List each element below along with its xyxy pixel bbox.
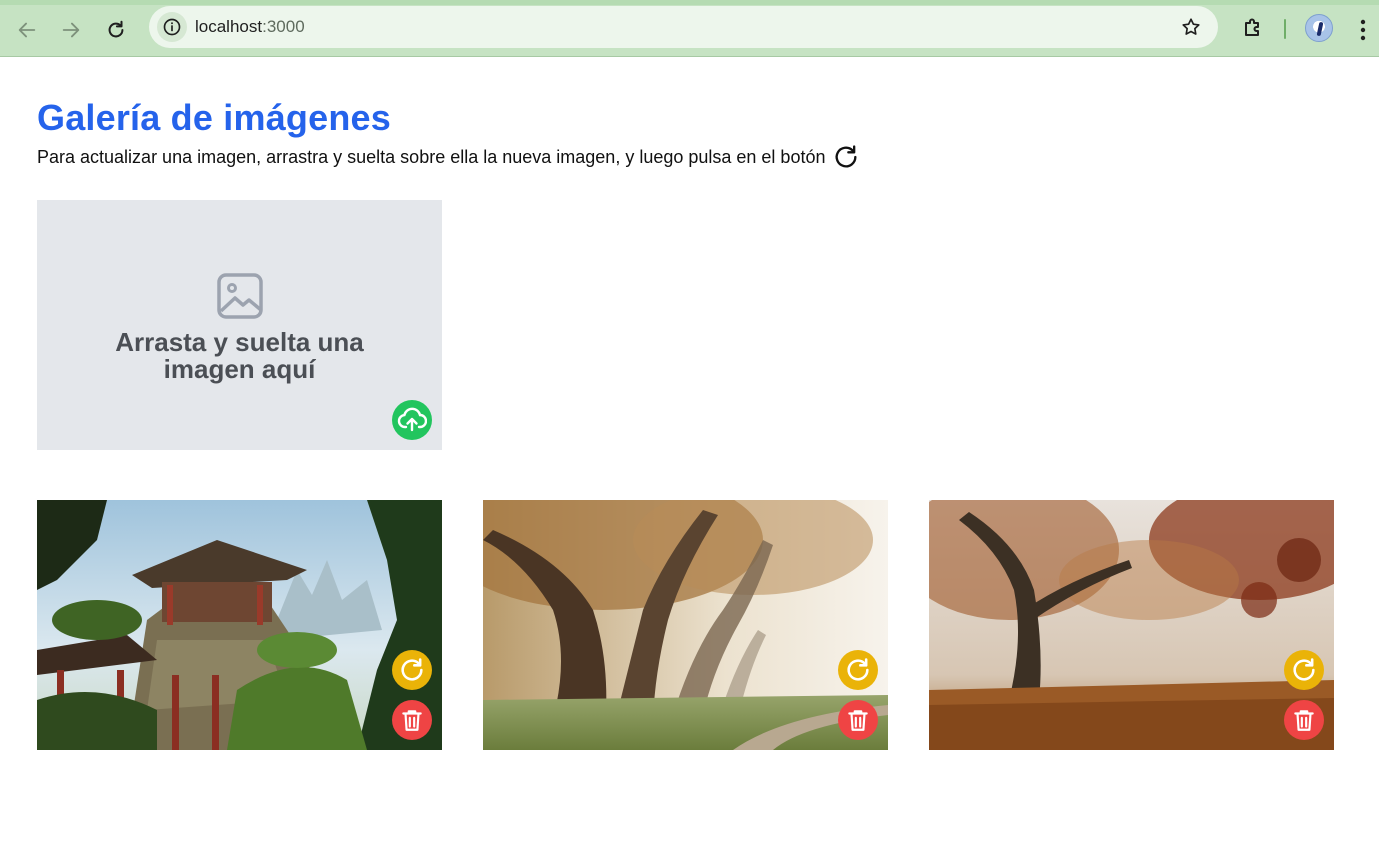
trash-icon (848, 710, 868, 731)
refresh-icon (401, 658, 423, 681)
gallery-image-card[interactable] (929, 500, 1334, 750)
upload-button[interactable] (392, 400, 432, 440)
dropzone-text: Arrasta y suelta una imagen aquí (115, 327, 364, 384)
profile-avatar[interactable] (1305, 14, 1333, 42)
instructions: Para actualizar una imagen, arrastra y s… (37, 143, 860, 171)
browser-menu-button[interactable] (1352, 13, 1374, 47)
refresh-icon (847, 658, 869, 681)
page-title: Galería de imágenes (37, 97, 391, 138)
refresh-image-button[interactable] (1284, 650, 1324, 690)
delete-image-button[interactable] (838, 700, 878, 740)
delete-image-button[interactable] (392, 700, 432, 740)
url-host: localhost (195, 17, 263, 36)
site-info-button[interactable] (157, 12, 187, 42)
url-text: localhost:3000 (195, 17, 305, 37)
trash-icon (1294, 710, 1314, 731)
gallery-image (37, 500, 442, 750)
bookmark-button[interactable] (1178, 14, 1204, 40)
refresh-icon (835, 145, 857, 168)
address-bar[interactable]: localhost:3000 (149, 6, 1218, 48)
image-dropzone[interactable]: Arrasta y suelta una imagen aquí (37, 200, 442, 450)
gallery-image-card[interactable] (483, 500, 888, 750)
url-port: :3000 (262, 17, 305, 36)
arrow-right-icon (62, 22, 80, 38)
gallery-image (929, 500, 1334, 750)
extensions-button[interactable] (1238, 13, 1268, 43)
reload-icon (108, 20, 124, 38)
browser-toolbar: localhost:3000 (0, 0, 1379, 57)
arrow-left-icon (18, 22, 36, 38)
refresh-image-button[interactable] (392, 650, 432, 690)
star-icon (1182, 18, 1200, 35)
forward-button[interactable] (54, 13, 88, 47)
toolbar-separator (1284, 19, 1286, 39)
back-button[interactable] (10, 13, 44, 47)
instructions-text: Para actualizar una imagen, arrastra y s… (37, 146, 826, 167)
image-icon (216, 273, 263, 319)
reload-button[interactable] (99, 13, 133, 47)
kebab-menu-icon (1360, 19, 1366, 41)
refresh-icon (1293, 658, 1315, 681)
gallery-image-card[interactable] (37, 500, 442, 750)
refresh-image-button[interactable] (838, 650, 878, 690)
page-content: Galería de imágenes Para actualizar una … (0, 57, 1379, 855)
trash-icon (402, 710, 422, 731)
delete-image-button[interactable] (1284, 700, 1324, 740)
cloud-upload-icon (397, 407, 427, 432)
info-icon (163, 18, 181, 36)
gallery-image (483, 500, 888, 750)
puzzle-icon (1245, 18, 1259, 36)
